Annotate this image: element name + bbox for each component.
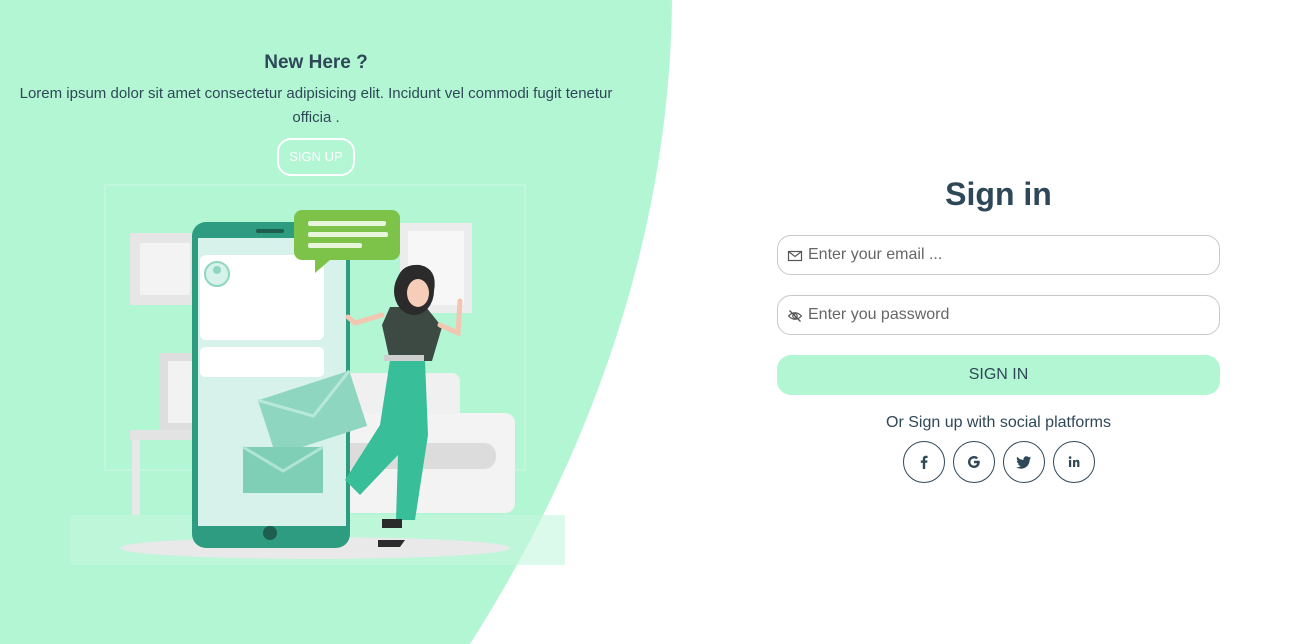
linkedin-button[interactable]	[1052, 441, 1095, 483]
linkedin-icon	[1068, 456, 1079, 467]
social-text: Or Sign up with social platforms	[886, 414, 1111, 431]
password-input[interactable]	[778, 296, 1219, 334]
sign-in-form: Sign in SIGN IN Or Sign up with social p…	[777, 176, 1220, 483]
facebook-button[interactable]	[902, 441, 945, 483]
twitter-button[interactable]	[1002, 441, 1045, 483]
email-input[interactable]	[778, 236, 1219, 274]
facebook-icon	[920, 455, 928, 469]
phone-woman-illustration	[70, 184, 565, 565]
page: New Here ? Lorem ipsum dolor sit amet co…	[0, 0, 1316, 644]
left-panel: New Here ? Lorem ipsum dolor sit amet co…	[0, 52, 632, 176]
envelope-icon	[787, 250, 803, 262]
social-links	[777, 441, 1220, 483]
new-here-title: New Here ?	[264, 52, 368, 73]
eye-slash-icon	[787, 310, 803, 322]
google-icon	[967, 456, 980, 468]
google-button[interactable]	[952, 441, 995, 483]
sign-in-button[interactable]: SIGN IN	[777, 355, 1220, 395]
email-field[interactable]	[777, 235, 1220, 275]
left-description: Lorem ipsum dolor sit amet consectetur a…	[19, 85, 613, 126]
sign-in-title: Sign in	[945, 176, 1052, 212]
twitter-icon	[1015, 456, 1031, 469]
password-field[interactable]	[777, 295, 1220, 335]
